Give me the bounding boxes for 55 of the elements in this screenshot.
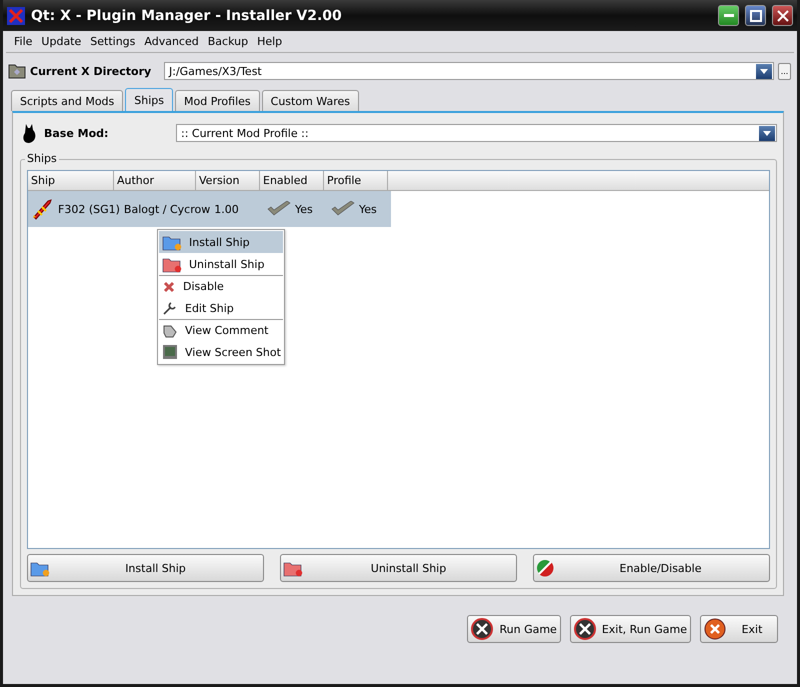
maximize-button[interactable] xyxy=(745,5,766,26)
app-logo-icon xyxy=(7,6,25,24)
dropdown-arrow-icon xyxy=(763,130,771,136)
checkmark-icon xyxy=(331,201,355,217)
minimize-button[interactable] xyxy=(718,5,739,26)
action-button[interactable]: Install Ship xyxy=(27,554,264,582)
context-menu-item[interactable]: Install Ship xyxy=(159,231,283,253)
base-mod-label: Base Mod: xyxy=(44,126,110,140)
footer-button[interactable]: Exit xyxy=(700,615,778,643)
table-cell: F302 (SG1) xyxy=(58,202,120,216)
minimize-icon xyxy=(724,14,734,17)
monitor-icon xyxy=(162,344,178,360)
maximize-icon xyxy=(750,10,762,22)
context-menu-item[interactable]: Uninstall Ship xyxy=(159,253,283,275)
footer-button[interactable]: Run Game xyxy=(467,615,561,643)
group-title: Ships xyxy=(25,152,59,165)
tab[interactable]: Mod Profiles xyxy=(175,90,260,111)
tab[interactable]: Custom Wares xyxy=(262,90,359,111)
window-title: Qt: X - Plugin Manager - Installer V2.00 xyxy=(31,8,343,24)
table-cell: Yes xyxy=(359,202,377,216)
browse-button[interactable]: ... xyxy=(778,62,791,80)
menu-item[interactable]: Help xyxy=(257,35,282,48)
context-menu-item[interactable]: View Screen Shot xyxy=(159,341,283,363)
rocket-icon xyxy=(30,197,54,221)
context-menu-item[interactable]: View Comment xyxy=(159,319,283,341)
close-icon xyxy=(776,10,788,22)
table-cell: 1.00 xyxy=(214,202,239,216)
enable-disable-icon xyxy=(536,559,554,577)
context-menu-item[interactable]: Edit Ship xyxy=(159,297,283,319)
directory-dropdown[interactable]: J:/Games/X3/Test xyxy=(164,62,774,80)
table-cell: Balogt / Cycrow xyxy=(124,202,210,216)
folder-icon xyxy=(8,63,26,79)
dropdown-arrow-icon xyxy=(760,68,768,74)
checkmark-icon xyxy=(267,201,291,217)
action-button[interactable]: Uninstall Ship xyxy=(280,554,517,582)
menu-item[interactable]: Advanced xyxy=(144,35,199,48)
tab[interactable]: Ships xyxy=(125,88,173,111)
directory-label: Current X Directory xyxy=(30,64,152,78)
menu-item[interactable]: Update xyxy=(41,35,82,48)
footer-button[interactable]: Exit, Run Game xyxy=(570,615,691,643)
tab[interactable]: Scripts and Mods xyxy=(11,90,124,111)
menu-item[interactable]: Settings xyxy=(90,35,136,48)
action-button[interactable]: Enable/Disable xyxy=(533,554,770,582)
menu-item[interactable]: File xyxy=(14,35,32,48)
context-menu-item[interactable]: Disable xyxy=(159,275,283,297)
exit-icon xyxy=(704,618,726,640)
wrench-icon xyxy=(162,300,178,316)
game-logo-icon xyxy=(471,618,496,640)
close-button[interactable] xyxy=(772,5,793,26)
base-mod-dropdown[interactable]: :: Current Mod Profile :: xyxy=(176,124,777,142)
cross-icon xyxy=(162,280,176,294)
table-row[interactable]: F302 (SG1) Balogt / Cycrow 1.00 Yes Yes xyxy=(28,191,391,227)
game-logo-icon xyxy=(574,618,598,640)
table-cell: Yes xyxy=(295,202,313,216)
menu-item[interactable]: Backup xyxy=(208,35,248,48)
